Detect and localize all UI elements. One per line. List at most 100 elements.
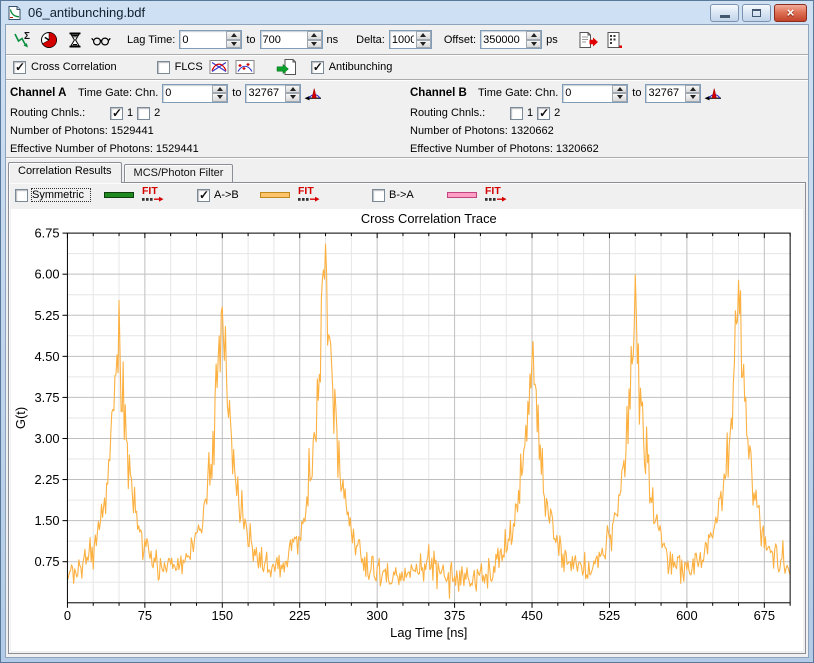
flcs-checkbox[interactable]: [157, 61, 170, 74]
lag-to-input[interactable]: [261, 31, 307, 48]
symmetric-checkbox[interactable]: [15, 189, 28, 202]
symmetric-color-swatch: [104, 192, 134, 198]
import-data-icon[interactable]: [275, 56, 299, 78]
delta-spinner[interactable]: [416, 31, 431, 48]
lag-to-spinner[interactable]: [307, 31, 322, 48]
b-to-a-label: B->A: [389, 189, 421, 201]
channel-b-gate-from-fieldwrap: [562, 84, 628, 103]
tab-correlation-results[interactable]: Correlation Results: [8, 162, 122, 183]
channel-b-gate-to-input[interactable]: [646, 85, 685, 102]
a-to-b-label: A->B: [214, 189, 246, 201]
sum-trace-icon[interactable]: Σ: [11, 29, 35, 51]
channel-b-routing-1-checkbox[interactable]: [510, 107, 523, 120]
channel-a-panel: Channel A Time Gate: Chn. to: [10, 82, 410, 158]
channel-a-gate-to-label: to: [232, 87, 241, 99]
channel-a-gate-from-spinner[interactable]: [212, 85, 227, 102]
tab-mcs-photon-filter[interactable]: MCS/Photon Filter: [124, 164, 234, 182]
svg-text:G(t): G(t): [13, 407, 28, 429]
svg-text:Σ: Σ: [24, 31, 30, 42]
channel-a-timegate-label: Time Gate: Chn.: [78, 87, 158, 99]
channel-b-photons: Number of Photons: 1320662: [410, 125, 554, 137]
a-to-b-checkbox[interactable]: [197, 189, 210, 202]
offset-input[interactable]: [481, 31, 526, 48]
maximize-icon: [752, 9, 761, 17]
glasses-icon[interactable]: [89, 29, 113, 51]
close-icon: ×: [787, 6, 795, 19]
channel-a-time-gate-icon[interactable]: [301, 82, 325, 104]
channel-a-gate-to-input[interactable]: [246, 85, 285, 102]
svg-text:3.75: 3.75: [34, 390, 59, 405]
tabstrip: Correlation Results MCS/Photon Filter: [6, 158, 808, 182]
channel-a-gate-from-input[interactable]: [163, 85, 212, 102]
b-to-a-fit-button[interactable]: FIT: [485, 187, 507, 203]
svg-text:6.00: 6.00: [34, 267, 59, 282]
antibunching-label: Antibunching: [329, 61, 393, 73]
fit-markers-icon[interactable]: [233, 56, 257, 78]
b-to-a-color-swatch: [447, 192, 477, 198]
channel-b-gate-to-fieldwrap: [645, 84, 701, 103]
channel-b-panel: Channel B Time Gate: Chn. to: [410, 82, 810, 158]
channel-a-gate-to-spinner[interactable]: [285, 85, 300, 102]
channel-b-gate-to-label: to: [632, 87, 641, 99]
symmetric-label: Symmetric: [32, 189, 90, 201]
delta-fieldwrap: [389, 30, 432, 49]
channel-a-routing-2-checkbox[interactable]: [137, 107, 150, 120]
fit-curves-icon[interactable]: [207, 56, 231, 78]
channel-b-routing-1-label: 1: [527, 107, 533, 119]
fit-arrow-icon: [142, 196, 164, 203]
channel-b-time-gate-icon[interactable]: [701, 82, 725, 104]
svg-text:300: 300: [366, 608, 387, 623]
channel-b-routing-2-checkbox[interactable]: [537, 107, 550, 120]
hourglass-icon[interactable]: [63, 29, 87, 51]
a-to-b-color-swatch: [260, 192, 290, 198]
channel-b-gate-from-spinner[interactable]: [612, 85, 627, 102]
chart-area: 0751502253003754505256006750.751.502.253…: [11, 209, 803, 651]
legend-row: Symmetric FIT A->B FIT: [9, 183, 805, 207]
svg-text:375: 375: [444, 608, 465, 623]
svg-text:150: 150: [212, 608, 233, 623]
svg-text:525: 525: [599, 608, 620, 623]
fit-arrow-icon: [485, 196, 507, 203]
channel-a-routing-1-checkbox[interactable]: [110, 107, 123, 120]
svg-text:675: 675: [754, 608, 775, 623]
channel-a-routing-1-label: 1: [127, 107, 133, 119]
svg-text:3.00: 3.00: [34, 431, 59, 446]
channel-b-gate-to-spinner[interactable]: [685, 85, 700, 102]
channel-panels: Channel A Time Gate: Chn. to: [6, 80, 808, 158]
svg-text:450: 450: [521, 608, 542, 623]
client-area: Σ Lag Time: to ns Delta:: [5, 24, 809, 658]
cross-correlation-checkbox[interactable]: [13, 61, 26, 74]
antibunching-checkbox[interactable]: [311, 61, 324, 74]
svg-text:0.75: 0.75: [34, 554, 59, 569]
channel-a-effective-photons: Effective Number of Photons: 1529441: [10, 143, 199, 155]
minimize-button[interactable]: [710, 4, 739, 22]
window-title: 06_antibunching.bdf: [28, 5, 145, 20]
export-notes-icon[interactable]: [602, 29, 626, 51]
channel-a-gate-from-fieldwrap: [162, 84, 228, 103]
svg-text:600: 600: [676, 608, 697, 623]
symmetric-fit-button[interactable]: FIT: [142, 187, 164, 203]
channel-a-gate-to-fieldwrap: [245, 84, 301, 103]
channel-b-timegate-label: Time Gate: Chn.: [478, 87, 558, 99]
delta-input[interactable]: [390, 31, 416, 48]
time-pie-icon[interactable]: [37, 29, 61, 51]
offset-fieldwrap: [480, 30, 542, 49]
svg-text:4.50: 4.50: [34, 349, 59, 364]
export-report-icon[interactable]: [576, 29, 600, 51]
lag-from-spinner[interactable]: [226, 31, 241, 48]
b-to-a-checkbox[interactable]: [372, 189, 385, 202]
fit-arrow-icon: [298, 196, 320, 203]
a-to-b-fit-button[interactable]: FIT: [298, 187, 320, 203]
correlation-results-panel: Symmetric FIT A->B FIT: [8, 182, 806, 654]
lag-from-fieldwrap: [179, 30, 242, 49]
main-toolbar: Σ Lag Time: to ns Delta:: [6, 25, 808, 55]
channel-b-routing-label: Routing Chnls.:: [410, 107, 510, 119]
lag-from-input[interactable]: [180, 31, 226, 48]
channel-a-routing-label: Routing Chnls.:: [10, 107, 110, 119]
offset-spinner[interactable]: [526, 31, 541, 48]
maximize-button[interactable]: [742, 4, 771, 22]
options-toolbar: Cross Correlation FLCS Antibunching: [6, 55, 808, 80]
lag-time-label: Lag Time:: [127, 34, 175, 46]
channel-b-gate-from-input[interactable]: [563, 85, 612, 102]
close-button[interactable]: ×: [774, 4, 807, 22]
